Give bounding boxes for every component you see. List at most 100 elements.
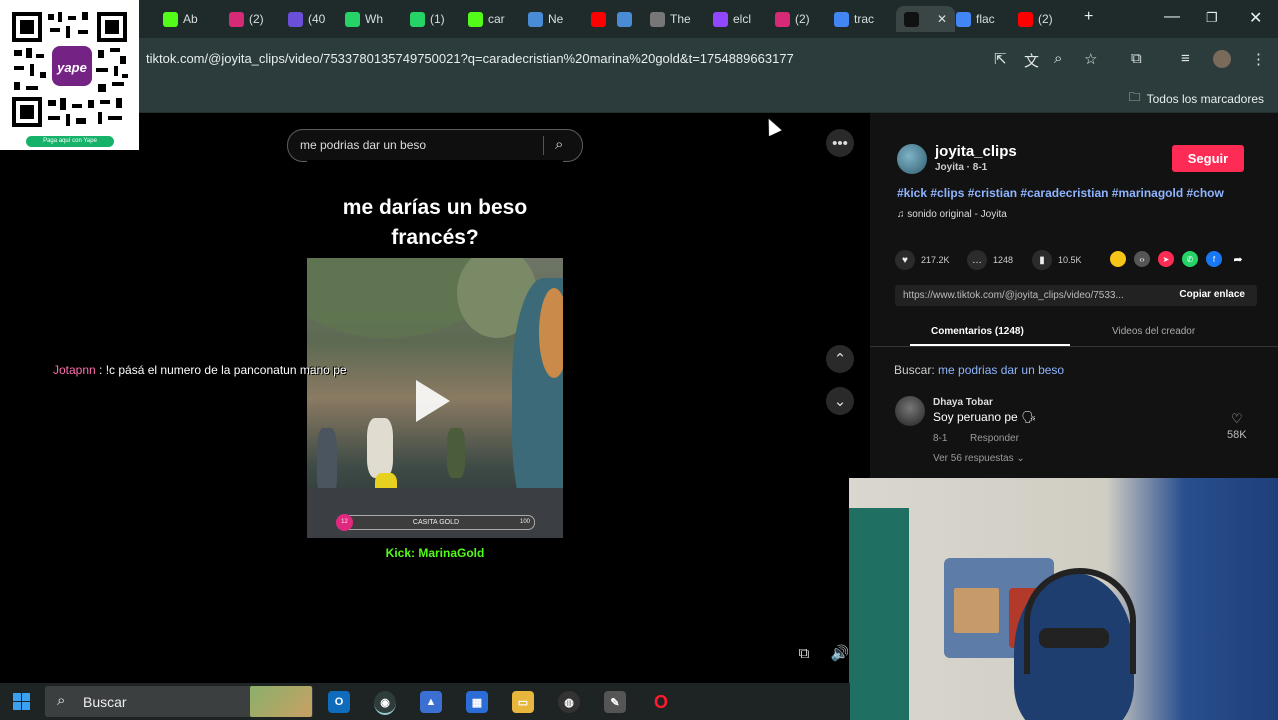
play-icon[interactable] [416,380,450,422]
tab-comments[interactable]: Comentarios (1248) [931,326,1024,337]
tab-label: flac [976,12,995,26]
comment-text: Soy peruano pe 🗣 [933,410,1037,424]
new-tab-button[interactable]: + [1084,8,1093,26]
browser-menu-icon[interactable]: ⋮ [1251,50,1266,68]
tab-label: elcl [733,12,752,26]
browser-tab[interactable]: ✕ [896,6,956,32]
facebook-share-icon[interactable]: f [1206,251,1222,267]
browser-tab[interactable]: Wh [345,6,383,32]
taskbar-search-placeholder: Buscar [83,694,127,710]
browser-tab[interactable]: car [468,6,505,32]
taskbar-search[interactable]: ⌕ Buscar [45,686,313,717]
music-label: sonido original - Joyita [907,209,1007,220]
tab-label: trac [854,12,875,26]
creator-avatar[interactable] [897,144,927,174]
copy-link-button[interactable]: Copiar enlace [1179,289,1245,300]
opera-app-icon[interactable]: O [650,691,672,713]
zoom-icon[interactable]: ⌕ [1054,50,1062,67]
bookmark-star-icon[interactable]: ☆ [1084,50,1097,68]
browser-tab[interactable] [617,6,637,32]
whatsapp-icon [410,11,425,27]
browser-tab[interactable]: trac [834,6,874,32]
send-icon[interactable]: ➤ [1158,251,1174,267]
all-bookmarks-button[interactable]: 🗀 Todos los marcadores [1129,88,1264,109]
more-share-icon[interactable]: ➦ [1230,251,1246,267]
tab-label: The [670,12,691,26]
creator-subline: Joyita · 8-1 [935,162,988,173]
close-window-icon[interactable]: ✕ [1249,8,1262,28]
view-replies-button[interactable]: Ver 56 respuestas ⌄ [933,453,1025,464]
comment-like-icon[interactable]: ♡ [1231,411,1243,427]
video-player[interactable]: me darías un beso francés? 12 CASITA GOL… [307,160,563,683]
commenter-avatar[interactable] [895,396,925,426]
translate-icon[interactable]: 文 [1024,50,1039,71]
reply-button[interactable]: Responder [970,433,1019,444]
tab-label: Ab [183,12,198,26]
browser-tab[interactable]: (2) [1018,6,1053,32]
close-tab-icon[interactable]: ✕ [937,12,947,26]
comment-button[interactable]: … 1248 [967,250,1013,270]
windows-taskbar: ⌕ Buscar O ◉ ▲ ▦ ▭ ◍ ✎ O [0,683,850,720]
browser-tab[interactable]: flac [956,6,995,32]
more-options-icon[interactable]: ••• [826,129,854,157]
creator-username[interactable]: joyita_clips [935,143,1017,160]
browser-tab[interactable]: (1) [410,6,445,32]
store-app-icon[interactable]: ▦ [466,691,488,713]
browser-tab[interactable]: (2) [229,6,264,32]
file-explorer-icon[interactable]: ▭ [512,691,534,713]
minimize-icon[interactable]: — [1164,8,1180,26]
profile-avatar[interactable] [1213,50,1231,68]
search-input[interactable]: me podrias dar un beso [300,138,426,152]
windows-start-icon[interactable] [13,693,30,710]
extensions-icon[interactable]: ⧉ [1131,50,1142,67]
url-field[interactable]: tiktok.com/@joyita_clips/video/753378013… [146,51,794,66]
search-suggestion-term[interactable]: me podrias dar un beso [938,363,1064,377]
search-suggestion[interactable]: Buscar: me podrias dar un beso [894,363,1064,377]
app-icon[interactable]: ▲ [420,691,442,713]
tab-creator-videos[interactable]: Videos del creador [1112,326,1195,337]
commenter-name[interactable]: Dhaya Tobar [933,397,993,408]
app-icon[interactable]: ✎ [604,691,626,713]
tab-label: (2) [795,12,810,26]
embed-icon[interactable]: ‹› [1134,251,1150,267]
video-hashtags[interactable]: #kick #clips #cristian #caradecristian #… [897,186,1224,200]
like-count: 217.2K [921,255,950,265]
comment-date: 8-1 [933,433,948,444]
outlook-app-icon[interactable]: O [328,691,350,713]
video-link[interactable]: https://www.tiktok.com/@joyita_clips/vid… [903,290,1124,301]
obs-app-icon[interactable]: ◍ [558,691,580,713]
search-icon[interactable]: ⌕ [555,136,563,153]
previous-video-icon[interactable]: ⌃ [826,345,854,373]
browser-tab[interactable]: The [650,6,691,32]
video-search-box[interactable]: me podrias dar un beso ⌕ [287,129,583,162]
browser-tab[interactable]: (40 [288,6,325,32]
gold-bar-right-value: 100 [519,519,530,525]
media-control-icon[interactable]: ≡ [1181,50,1190,67]
whatsapp-share-icon[interactable]: ✆ [1182,251,1198,267]
bookmark-icon: ▮ [1032,250,1052,270]
browser-tab[interactable]: Ab [163,6,198,32]
search-highlight-image [250,686,312,717]
video-frame[interactable]: 12 CASITA GOLD 100 [307,258,563,538]
tab-label: (40 [308,12,326,26]
restore-icon[interactable]: ❐ [1206,10,1218,26]
save-button[interactable]: ▮ 10.5K [1032,250,1082,270]
picture-in-picture-icon[interactable]: ⧉ [790,639,818,667]
tiktok-icon [904,11,919,27]
browser-tab[interactable]: Ne [528,6,563,32]
chrome-app-icon[interactable]: ◉ [374,691,396,715]
active-tab-indicator [910,344,1070,346]
install-app-icon[interactable]: ⇱ [994,50,1007,68]
browser-tab[interactable]: elcl [713,6,751,32]
kick-channel-label: Kick: MarinaGold [385,546,485,560]
youtube-icon [591,11,606,27]
browser-tab[interactable]: (2) [775,6,810,32]
music-info[interactable]: ♫ sonido original - Joyita [897,209,1007,220]
next-video-icon[interactable]: ⌄ [826,387,854,415]
like-button[interactable]: ♥ 217.2K [895,250,950,270]
search-divider [543,136,544,155]
follow-button[interactable]: Seguir [1172,145,1244,172]
share-friends-icon[interactable] [1110,251,1126,267]
browser-tab[interactable] [591,6,611,32]
twitch-icon [713,11,728,27]
